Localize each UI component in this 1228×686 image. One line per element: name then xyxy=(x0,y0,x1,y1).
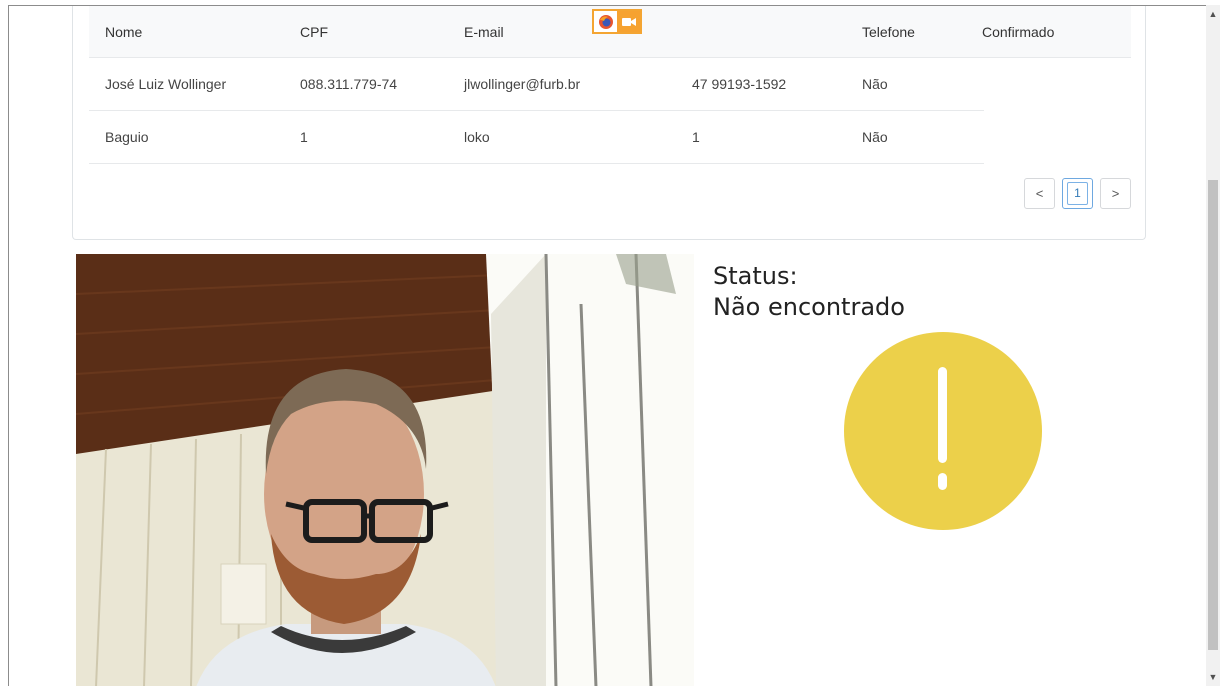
exclamation-dot xyxy=(938,473,947,490)
exclamation-bar xyxy=(938,367,947,463)
cell-email: jlwollinger@furb.br xyxy=(464,76,581,92)
firefox-icon xyxy=(594,11,617,32)
cell-confirmado: Não xyxy=(862,129,888,145)
cell-telefone: 47 99193-1592 xyxy=(692,76,787,92)
camera-icon xyxy=(617,11,640,32)
cell-cpf: 1 xyxy=(300,129,308,145)
cell-cpf: 088.311.779-74 xyxy=(300,76,398,92)
browser-viewport: Nome CPF E-mail Telefone Confirmado José… xyxy=(8,5,1220,686)
page-number: 1 xyxy=(1067,182,1088,205)
exclamation-icon xyxy=(844,332,1042,530)
vertical-scrollbar[interactable]: ▲ ▼ xyxy=(1206,5,1220,686)
scroll-down-arrow-icon[interactable]: ▼ xyxy=(1206,670,1220,684)
scroll-up-arrow-icon[interactable]: ▲ xyxy=(1206,7,1220,21)
users-card: Nome CPF E-mail Telefone Confirmado José… xyxy=(72,6,1146,240)
header-confirmado: Confirmado xyxy=(982,23,1055,40)
scroll-thumb[interactable] xyxy=(1208,180,1218,650)
cell-confirmado: Não xyxy=(862,76,888,92)
pagination: < 1 > xyxy=(1024,178,1131,209)
cell-telefone: 1 xyxy=(692,129,700,145)
table-row[interactable]: Baguio 1 loko 1 Não xyxy=(89,111,984,163)
cell-email: loko xyxy=(464,129,490,145)
header-nome: Nome xyxy=(105,23,143,40)
header-telefone: Telefone xyxy=(862,23,915,40)
webcam-feed xyxy=(76,254,694,686)
prev-page-button[interactable]: < xyxy=(1024,178,1055,209)
status-label: Status: xyxy=(713,262,798,290)
page-1-button[interactable]: 1 xyxy=(1062,178,1093,209)
next-page-button[interactable]: > xyxy=(1100,178,1131,209)
table-row[interactable]: José Luiz Wollinger 088.311.779-74 jlwol… xyxy=(89,58,984,110)
status-value: Não encontrado xyxy=(713,293,905,321)
header-cpf: CPF xyxy=(300,23,328,40)
header-email: E-mail xyxy=(464,23,504,40)
cell-nome: José Luiz Wollinger xyxy=(105,76,227,92)
sharing-indicator[interactable] xyxy=(592,9,642,34)
cell-nome: Baguio xyxy=(105,129,149,145)
